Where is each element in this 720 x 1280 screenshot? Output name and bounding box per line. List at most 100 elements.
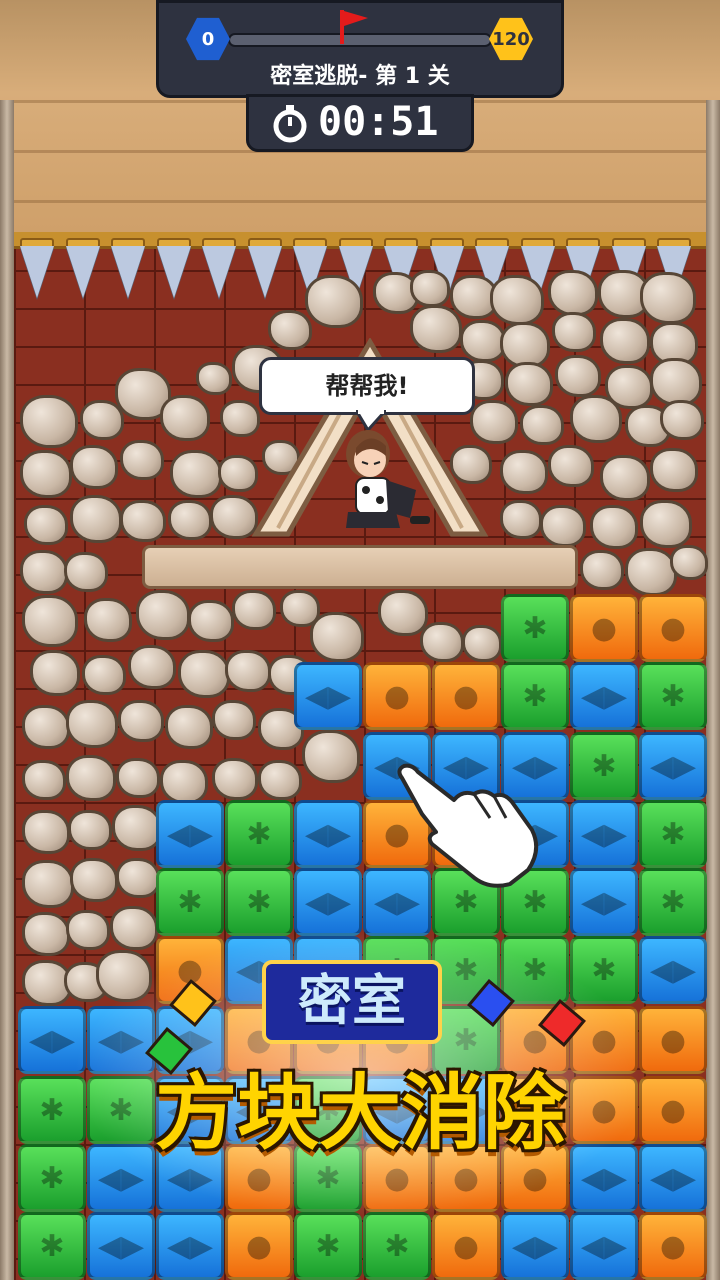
rock	[310, 612, 364, 662]
green-pineapple-block[interactable]: ✱	[570, 732, 638, 800]
rock	[225, 650, 271, 693]
right-pillar	[706, 100, 720, 1280]
blue-arrow-block[interactable]: ◀▶	[501, 1212, 569, 1280]
blue-arrow-block[interactable]: ◀▶	[156, 1212, 224, 1280]
rock	[378, 590, 428, 636]
rock	[580, 550, 624, 591]
rock	[128, 645, 176, 690]
rock	[170, 450, 222, 498]
rock	[165, 705, 213, 750]
rock	[116, 758, 160, 799]
orange-bomb-block[interactable]: ●	[570, 594, 638, 662]
rock	[68, 810, 112, 851]
rock	[500, 450, 548, 495]
rock	[168, 500, 212, 541]
orange-bomb-block[interactable]: ●	[432, 662, 500, 730]
spike	[111, 246, 145, 298]
green-pineapple-block[interactable]: ✱	[639, 868, 707, 936]
rock	[548, 270, 598, 316]
rock	[22, 860, 74, 908]
green-pineapple-block[interactable]: ✱	[639, 662, 707, 730]
green-pineapple-block[interactable]: ✱	[501, 662, 569, 730]
rock	[505, 362, 553, 407]
rock	[160, 395, 210, 441]
rock	[82, 655, 126, 696]
rock	[22, 760, 66, 801]
blue-arrow-block[interactable]: ◀▶	[570, 800, 638, 868]
blue-arrow-block[interactable]: ◀▶	[156, 800, 224, 868]
speech-bubble: 帮帮我!	[259, 357, 475, 415]
rock	[212, 758, 258, 801]
rock	[20, 550, 68, 595]
green-pineapple-block[interactable]: ✱	[363, 1212, 431, 1280]
orange-bomb-block[interactable]: ●	[432, 1212, 500, 1280]
rock	[116, 858, 160, 899]
trapped-girl	[346, 430, 430, 528]
rock	[22, 595, 78, 647]
rock	[232, 590, 276, 631]
rock	[552, 312, 596, 353]
rock	[20, 395, 78, 449]
rock	[196, 362, 232, 396]
progress-goal-label: 120	[492, 28, 530, 50]
rock	[178, 650, 230, 698]
rock	[30, 650, 80, 696]
rock	[590, 505, 638, 550]
orange-bomb-block[interactable]: ●	[225, 1212, 293, 1280]
green-pineapple-block[interactable]: ✱	[156, 868, 224, 936]
rock	[555, 355, 601, 398]
orange-bomb-block[interactable]: ●	[639, 594, 707, 662]
rock	[670, 545, 708, 580]
spike	[202, 246, 236, 298]
rock	[520, 405, 564, 446]
green-pineapple-block[interactable]: ✱	[639, 800, 707, 868]
logo-title-top: 密室	[262, 960, 442, 1044]
rock	[84, 598, 132, 643]
rock	[24, 505, 68, 546]
green-pineapple-block[interactable]: ✱	[294, 1212, 362, 1280]
rock	[20, 450, 72, 498]
rock	[66, 700, 118, 748]
blue-arrow-block[interactable]: ◀▶	[570, 1212, 638, 1280]
blue-arrow-block[interactable]: ◀▶	[639, 732, 707, 800]
spike	[247, 246, 282, 298]
green-pineapple-block[interactable]: ✱	[225, 868, 293, 936]
rock	[490, 275, 544, 325]
level-title: 密室逃脱- 第 1 关	[270, 64, 450, 89]
rock	[420, 622, 464, 663]
spike	[65, 246, 100, 298]
rock	[640, 272, 696, 324]
rock	[22, 705, 70, 750]
blue-arrow-block[interactable]: ◀▶	[570, 868, 638, 936]
left-pillar	[0, 100, 14, 1280]
spike	[156, 246, 191, 298]
rock	[70, 495, 122, 543]
rock	[22, 810, 70, 855]
rock	[22, 912, 70, 957]
rock	[600, 455, 650, 501]
spike	[20, 246, 54, 298]
blue-arrow-block[interactable]: ◀▶	[87, 1212, 155, 1280]
green-pineapple-block[interactable]: ✱	[225, 800, 293, 868]
orange-bomb-block[interactable]: ●	[363, 662, 431, 730]
rock	[64, 552, 108, 593]
blue-arrow-block[interactable]: ◀▶	[294, 662, 362, 730]
rock	[650, 448, 698, 493]
blue-arrow-block[interactable]: ◀▶	[294, 800, 362, 868]
orange-bomb-block[interactable]: ●	[639, 1212, 707, 1280]
stopwatch-icon	[273, 105, 307, 143]
blue-arrow-block[interactable]: ◀▶	[294, 868, 362, 936]
stone-ledge	[142, 545, 578, 589]
rock	[600, 318, 650, 364]
rock	[305, 275, 363, 329]
rock	[136, 590, 190, 640]
rock	[80, 400, 124, 441]
rock	[640, 500, 692, 548]
blue-arrow-block[interactable]: ◀▶	[570, 662, 638, 730]
rock	[70, 445, 118, 490]
green-pineapple-block[interactable]: ✱	[18, 1212, 86, 1280]
rock	[258, 760, 302, 801]
rock	[650, 358, 702, 406]
green-pineapple-block[interactable]: ✱	[501, 594, 569, 662]
rock	[118, 700, 164, 743]
